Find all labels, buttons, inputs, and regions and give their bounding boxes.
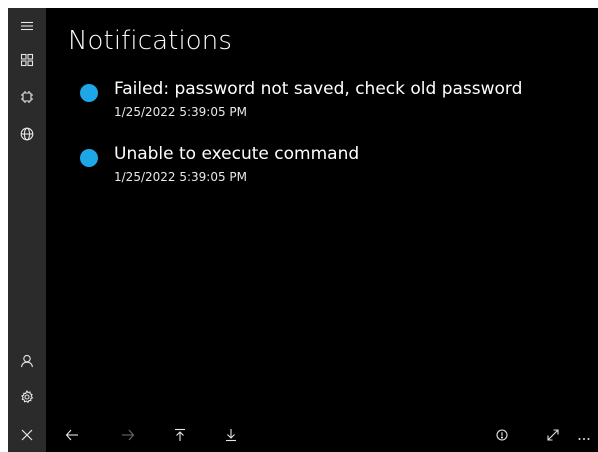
notification-indicator bbox=[80, 84, 98, 102]
more-options-button[interactable] bbox=[568, 420, 598, 452]
arrow-right-icon bbox=[121, 427, 135, 446]
sidebar-item-network[interactable] bbox=[8, 119, 46, 151]
hamburger-menu-button[interactable] bbox=[8, 11, 46, 43]
arrow-left-icon bbox=[65, 427, 79, 446]
notification-message: Failed: password not saved, check old pa… bbox=[114, 79, 523, 99]
scroll-to-top-button[interactable] bbox=[164, 420, 196, 452]
page-title: Notifications bbox=[68, 26, 233, 56]
user-icon bbox=[20, 353, 34, 372]
expand-icon bbox=[546, 427, 560, 446]
back-button[interactable] bbox=[56, 420, 88, 452]
expand-button[interactable] bbox=[537, 420, 569, 452]
hamburger-menu-icon bbox=[20, 18, 34, 37]
gear-icon bbox=[20, 389, 34, 408]
chip-icon bbox=[20, 89, 34, 108]
scroll-to-bottom-button[interactable] bbox=[215, 420, 247, 452]
arrow-down-to-bottom-icon bbox=[224, 427, 238, 446]
grid-icon bbox=[20, 52, 34, 71]
app-window: Notifications Failed: password not saved… bbox=[8, 8, 598, 452]
sidebar-item-dashboard[interactable] bbox=[8, 45, 46, 77]
arrow-up-to-top-icon bbox=[173, 427, 187, 446]
notification-timestamp: 1/25/2022 5:39:05 PM bbox=[114, 105, 248, 119]
sidebar-item-device[interactable] bbox=[8, 82, 46, 114]
notification-timestamp: 1/25/2022 5:39:05 PM bbox=[114, 170, 248, 184]
sidebar bbox=[8, 8, 46, 452]
info-icon bbox=[495, 427, 509, 446]
info-button[interactable] bbox=[486, 420, 518, 452]
more-icon bbox=[577, 427, 591, 446]
sidebar-item-settings[interactable] bbox=[8, 382, 46, 414]
bottom-toolbar bbox=[46, 420, 598, 452]
globe-icon bbox=[20, 126, 34, 145]
notification-item[interactable]: Unable to execute command 1/25/2022 5:39… bbox=[78, 143, 578, 208]
main-content: Notifications Failed: password not saved… bbox=[46, 8, 598, 420]
forward-button[interactable] bbox=[112, 420, 144, 452]
notification-list: Failed: password not saved, check old pa… bbox=[78, 78, 578, 208]
close-icon bbox=[20, 427, 34, 446]
notification-indicator bbox=[80, 149, 98, 167]
close-button[interactable] bbox=[8, 420, 46, 452]
sidebar-item-account[interactable] bbox=[8, 346, 46, 378]
notification-item[interactable]: Failed: password not saved, check old pa… bbox=[78, 78, 578, 143]
notification-message: Unable to execute command bbox=[114, 144, 360, 164]
